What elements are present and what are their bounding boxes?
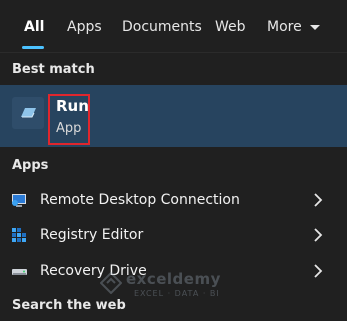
caret-down-icon (310, 25, 321, 30)
list-item-label: Registry Editor (40, 227, 144, 243)
search-panel: All Apps Documents Web More Best match R… (0, 0, 347, 321)
tab-apps[interactable]: Apps (67, 16, 102, 38)
list-item-label: Remote Desktop Connection (40, 192, 240, 208)
watermark-tagline: EXCEL · DATA · BI (134, 289, 220, 298)
search-tabs: All Apps Documents Web More (0, 0, 347, 52)
best-match-subtitle: App (56, 121, 82, 136)
tabs-divider (0, 52, 347, 53)
watermark-logo (100, 272, 122, 294)
watermark-name: exceldemy (126, 270, 221, 288)
remote-desktop-icon (11, 192, 28, 209)
tab-all[interactable]: All (24, 16, 44, 38)
list-item-registry-editor[interactable]: Registry Editor (0, 217, 347, 253)
chevron-right-icon[interactable] (312, 263, 324, 279)
list-item-remote-desktop[interactable]: Remote Desktop Connection (0, 182, 347, 218)
tab-more[interactable]: More (267, 16, 321, 38)
exceldemy-watermark: exceldemy EXCEL · DATA · BI (100, 270, 250, 306)
run-icon (12, 97, 44, 129)
chevron-right-icon[interactable] (312, 192, 324, 208)
chevron-right-icon[interactable] (312, 227, 324, 243)
apps-header: Apps (12, 158, 49, 173)
best-match-header: Best match (12, 62, 95, 77)
registry-editor-icon (11, 227, 28, 244)
tab-web[interactable]: Web (215, 16, 246, 38)
recovery-drive-icon (11, 263, 28, 280)
best-match-title: Run (56, 97, 89, 115)
tab-documents[interactable]: Documents (122, 16, 202, 38)
tab-more-label: More (267, 19, 302, 35)
active-tab-indicator (22, 46, 44, 49)
